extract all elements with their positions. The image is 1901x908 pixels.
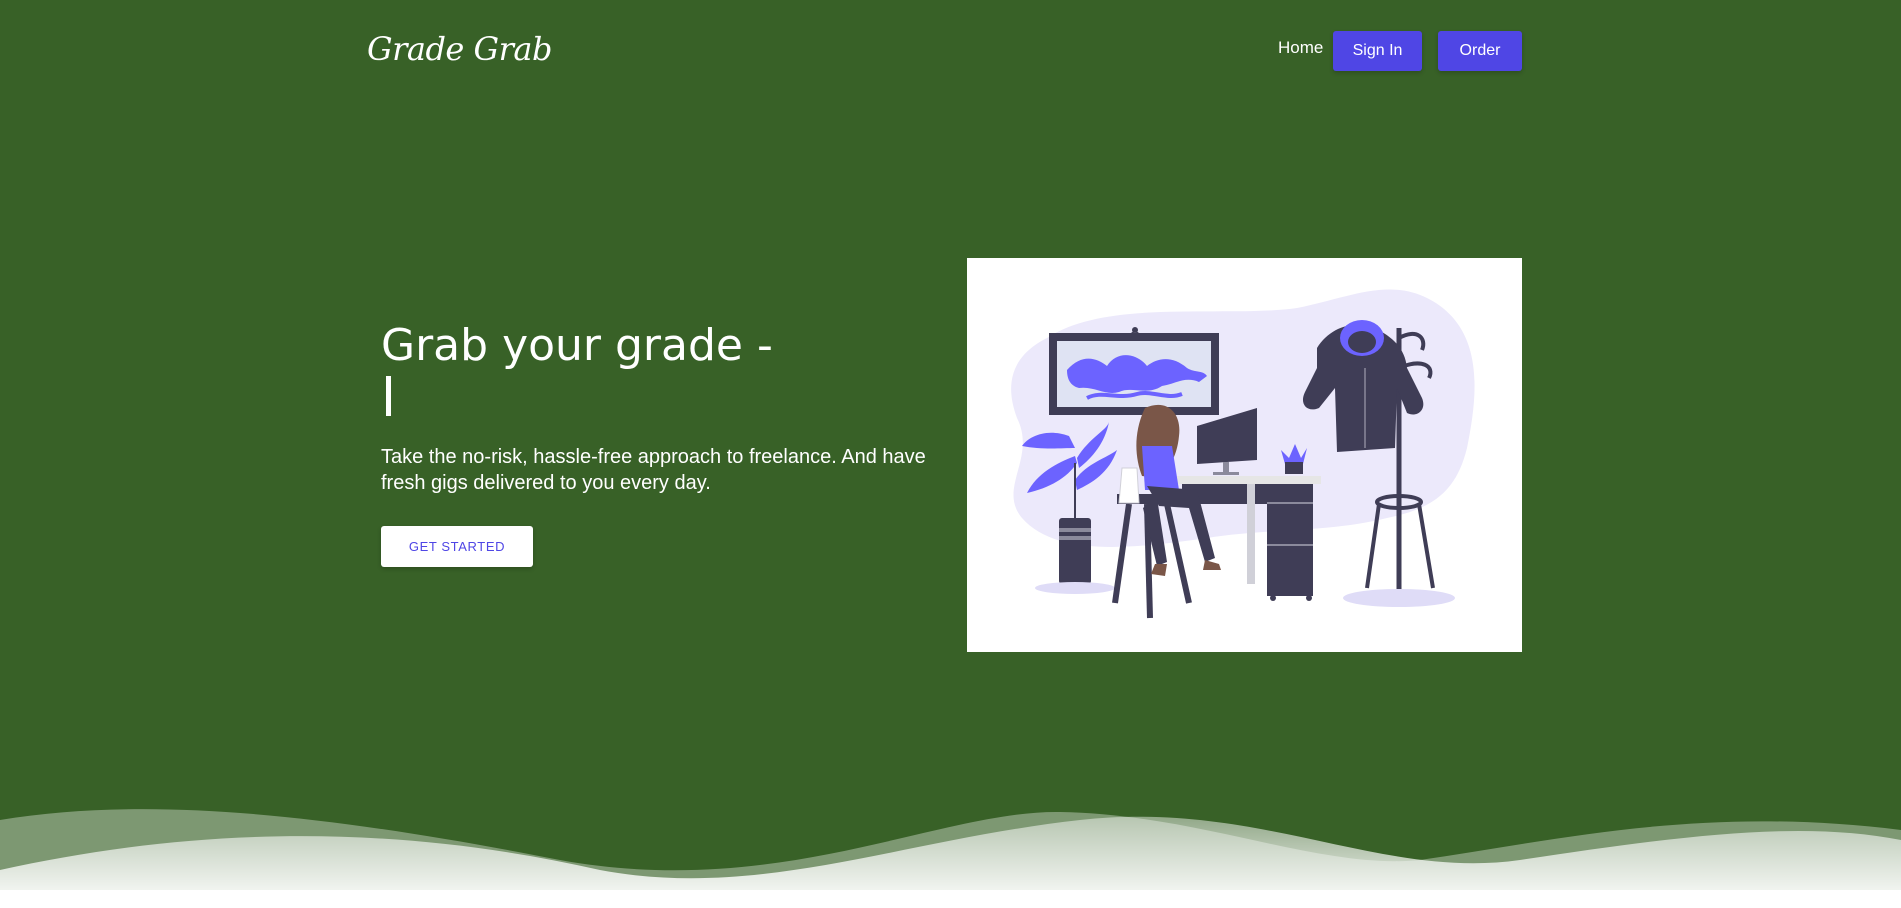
hero-illustration bbox=[967, 258, 1522, 652]
bottom-waves bbox=[0, 800, 1901, 908]
woman-working-at-desk-illustration bbox=[1011, 289, 1475, 619]
sign-in-button[interactable]: Sign In bbox=[1333, 31, 1422, 71]
get-started-button[interactable]: GET STARTED bbox=[381, 526, 533, 567]
hero-title: Grab your grade - bbox=[381, 320, 773, 371]
order-button[interactable]: Order bbox=[1438, 31, 1522, 71]
hero-subtitle: Take the no-risk, hassle-free approach t… bbox=[381, 446, 926, 494]
brand-logo[interactable]: Grade Grab bbox=[367, 30, 552, 68]
nav-home-link[interactable]: Home bbox=[1278, 38, 1323, 58]
typing-cursor bbox=[386, 376, 391, 416]
page: Grade Grab Home Sign In Order Grab your … bbox=[0, 0, 1901, 908]
